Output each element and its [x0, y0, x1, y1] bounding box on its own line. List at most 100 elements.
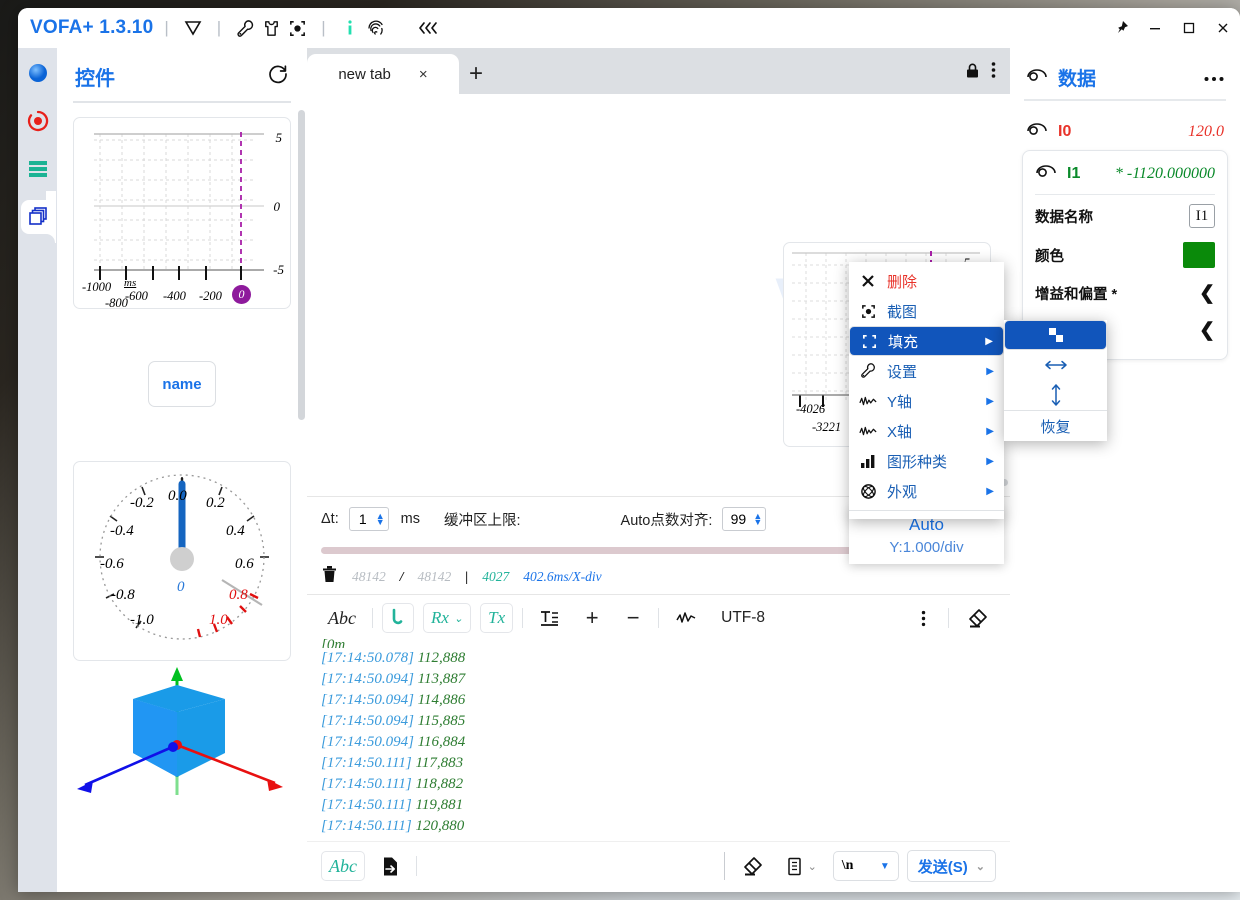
menu-item-7[interactable]: 外观▶ [849, 476, 1004, 506]
eye-icon[interactable] [1035, 163, 1057, 184]
log-value: 113,887 [414, 671, 465, 687]
newline-select[interactable]: \n ▼ [833, 851, 899, 881]
more-vertical-icon[interactable] [907, 603, 939, 633]
refresh-icon[interactable] [267, 63, 289, 90]
lock-icon[interactable] [964, 62, 981, 84]
trash-icon[interactable] [321, 565, 338, 588]
fullscreen-icon [860, 333, 878, 350]
log-line: [17:14:50.094] 115,885 [321, 711, 996, 732]
maximize-icon[interactable] [1172, 8, 1206, 48]
align-input[interactable] [723, 511, 753, 527]
wave-icon [859, 395, 877, 408]
data-name-input[interactable]: I1 [1189, 204, 1215, 228]
eraser-icon[interactable] [733, 851, 771, 881]
send-abc-toggle[interactable]: Abc [321, 851, 365, 881]
more-horizontal-icon[interactable] [1204, 69, 1224, 87]
fill-submenu[interactable]: 恢复 [1004, 320, 1107, 441]
context-menu[interactable]: 删除截图填充▶设置▶Y轴▶X轴▶图形种类▶外观▶ [849, 262, 1004, 519]
plot-cursor-badge[interactable]: 0 [232, 285, 251, 304]
record-icon[interactable] [21, 104, 55, 138]
close-icon[interactable] [1206, 8, 1240, 48]
logo-v-icon[interactable] [180, 15, 206, 41]
restore-menu-item[interactable]: 恢复 [1004, 411, 1107, 441]
chevron-left-icon[interactable]: ❮ [1199, 282, 1215, 305]
property-row-gain[interactable]: 增益和偏置 * ❮ [1033, 275, 1217, 312]
zoom-in-button[interactable]: + [576, 603, 608, 633]
tab-close-icon[interactable]: × [419, 66, 428, 83]
menu-item-2[interactable]: 填充▶ [849, 326, 1004, 356]
align-stepper[interactable]: ▲▼ [722, 507, 766, 531]
list-icon[interactable] [21, 152, 55, 186]
sphere-widget-icon[interactable] [21, 56, 55, 90]
dt-input[interactable] [350, 511, 376, 527]
gauge-tick-0-0: 0.0 [168, 488, 187, 505]
menu-item-5[interactable]: X轴▶ [849, 416, 1004, 446]
tab-new-tab[interactable]: new tab × [307, 54, 459, 94]
log-value: 115,885 [414, 713, 465, 729]
eye-icon[interactable] [1026, 67, 1048, 88]
text-wrap-icon[interactable] [532, 603, 567, 633]
menu-item-3[interactable]: 设置▶ [849, 356, 1004, 386]
channel-row-i1[interactable]: I1 * -1120.000000 [1033, 157, 1217, 190]
info-icon[interactable] [337, 15, 363, 41]
console-panel: Abc Rx ⌄ Tx + − [307, 594, 1010, 892]
menu-item-6[interactable]: 图形种类▶ [849, 446, 1004, 476]
pin-icon[interactable] [1104, 8, 1138, 48]
channel-row-i0[interactable]: I0 120.0 [1022, 113, 1228, 150]
name-button[interactable]: name [148, 361, 216, 407]
wrench-icon[interactable] [232, 15, 258, 41]
tx-button[interactable]: Tx [480, 603, 513, 633]
collapse-left-icon[interactable] [415, 15, 441, 41]
menu-item-0[interactable]: 删除 [849, 266, 1004, 296]
menu-item-1[interactable]: 截图 [849, 296, 1004, 326]
console-log[interactable]: [0m [17:14:50.078] 112,888[17:14:50.094]… [307, 639, 1010, 841]
sidebar-item-layers[interactable] [21, 200, 55, 234]
plot-y-bottom: -5 [273, 262, 284, 278]
chevron-down-icon: ⌄ [976, 860, 985, 873]
newline-value: \n [842, 858, 854, 874]
fill-horizontal-icon[interactable] [1004, 350, 1107, 380]
cube-widget[interactable] [57, 667, 307, 817]
color-swatch[interactable] [1183, 242, 1215, 268]
add-tab-button[interactable]: + [459, 54, 493, 94]
chevron-left-icon[interactable]: ❮ [1199, 319, 1215, 342]
encoding-label[interactable]: UTF-8 [713, 603, 773, 633]
rx-dropdown[interactable]: Rx ⌄ [423, 603, 471, 633]
focus-target-icon[interactable] [284, 15, 310, 41]
minimize-icon[interactable] [1138, 8, 1172, 48]
menu-item-label: Y轴 [887, 391, 912, 412]
export-file-icon[interactable] [373, 851, 408, 881]
send-button[interactable]: 发送(S) ⌄ [907, 850, 996, 882]
abc-toggle[interactable]: Abc [321, 603, 363, 633]
center-area: new tab × + VOFA [307, 48, 1010, 892]
align-arrows[interactable]: ▲▼ [753, 513, 765, 525]
fill-vertical-icon[interactable] [1004, 380, 1107, 410]
marker-value: 4027 [482, 569, 509, 585]
widgets-scrollbar[interactable] [298, 110, 305, 420]
fingerprint-icon[interactable] [363, 15, 389, 41]
dt-stepper[interactable]: ▲▼ [349, 507, 389, 531]
hook-icon[interactable] [382, 603, 414, 633]
property-row-color: 颜色 [1033, 235, 1217, 275]
chevron-down-icon: ⌄ [454, 612, 463, 625]
send-input[interactable] [425, 851, 716, 881]
shirt-icon[interactable] [258, 15, 284, 41]
log-timestamp: [17:14:50.094] [321, 713, 414, 729]
divider: | [217, 18, 221, 38]
fill-both-icon[interactable] [1004, 320, 1107, 350]
channel-value-i1: * -1120.000000 [1115, 165, 1215, 183]
file-list-dropdown[interactable]: ⌄ [779, 851, 825, 881]
eraser-icon[interactable] [958, 603, 996, 633]
waveform-icon[interactable] [668, 603, 704, 633]
menu-item-4[interactable]: Y轴▶ [849, 386, 1004, 416]
log-line: [17:14:50.111] 120,880 [321, 816, 996, 837]
chart-x-tick-0: -4026 [796, 402, 825, 417]
plot-widget[interactable]: 5 0 -5 -1000 -800 ms -600 -400 -200 0 [73, 117, 291, 309]
gauge-widget[interactable]: -0.2 0.0 0.2 -0.4 0.4 -0.6 0.6 -0.8 0.8 … [73, 461, 291, 661]
more-vertical-icon[interactable] [991, 61, 996, 84]
app-title: VOFA+ 1.3.10 [30, 17, 153, 39]
menu-item-label: X轴 [887, 421, 912, 442]
eye-icon[interactable] [1026, 121, 1048, 142]
dt-arrows[interactable]: ▲▼ [376, 513, 388, 525]
zoom-out-button[interactable]: − [617, 603, 649, 633]
